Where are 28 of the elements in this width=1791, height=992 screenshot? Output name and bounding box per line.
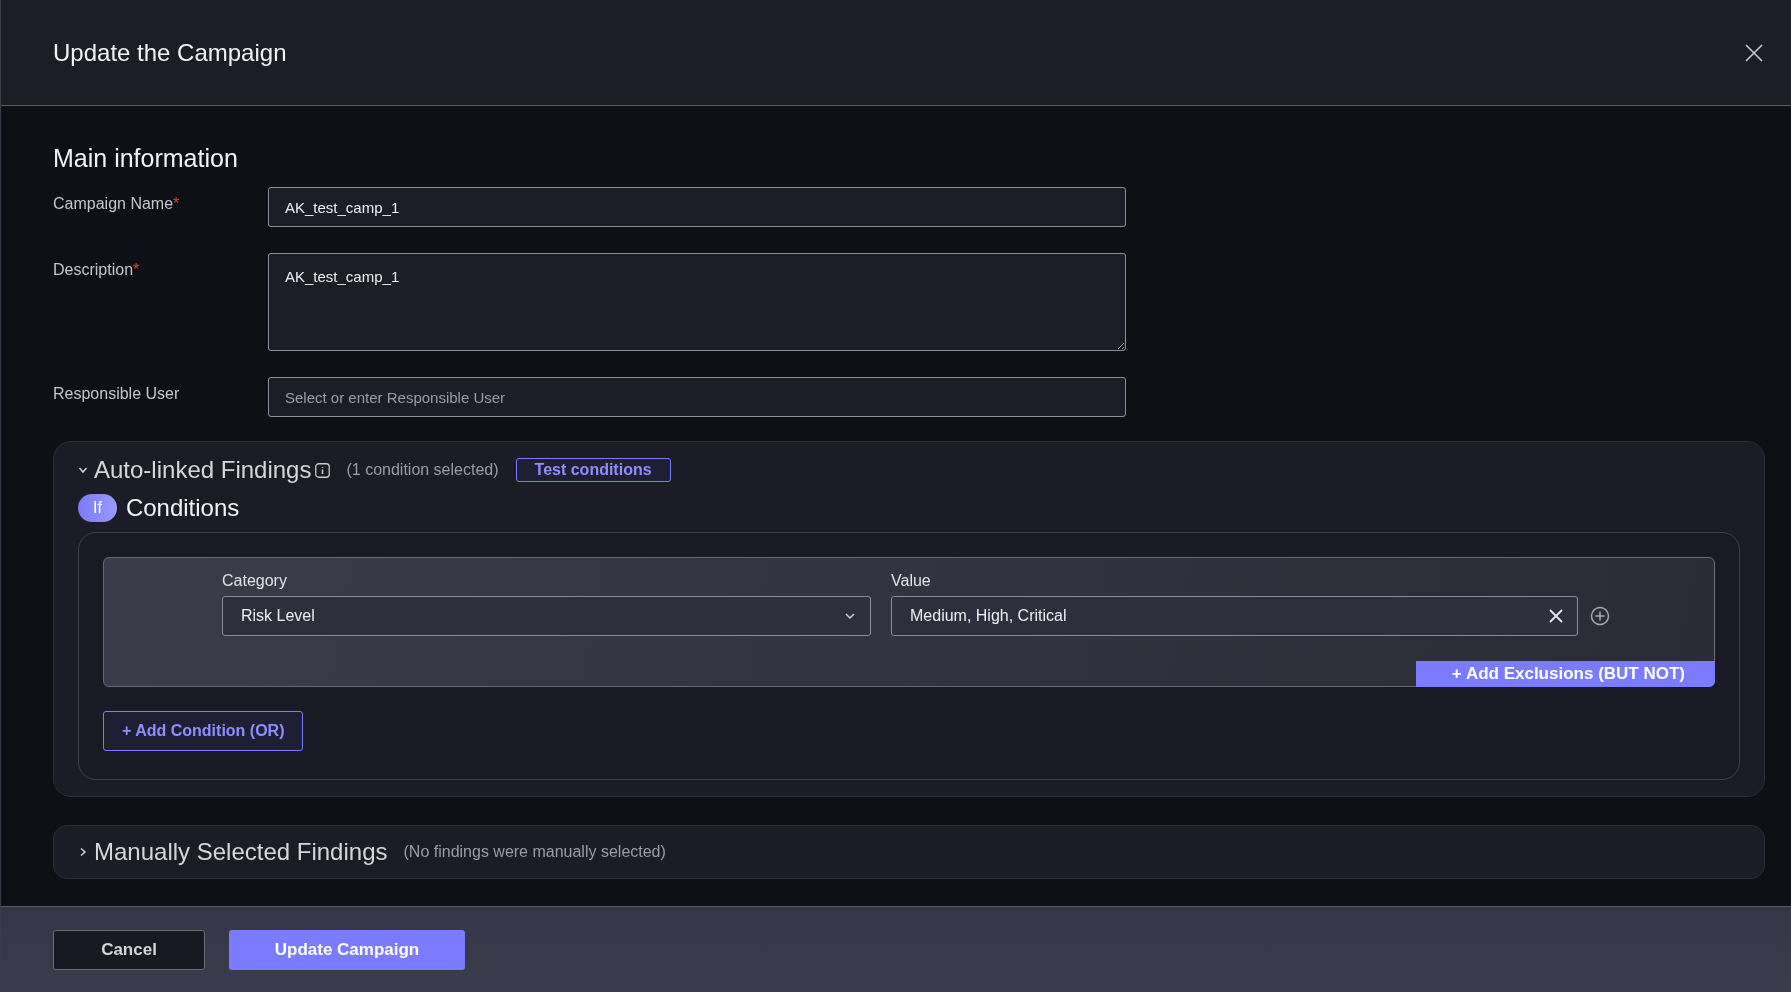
- panel-title[interactable]: Auto-linked Findings: [94, 456, 312, 484]
- chevron-down-icon: [844, 612, 856, 620]
- conditions-heading: Conditions: [125, 494, 240, 522]
- panel-summary: (1 condition selected): [346, 461, 499, 479]
- value-label: Value: [891, 572, 932, 590]
- info-icon[interactable]: [315, 462, 331, 478]
- plus-circle-icon[interactable]: [1590, 606, 1610, 626]
- category-select[interactable]: Risk Level: [222, 596, 871, 636]
- close-icon[interactable]: [1549, 609, 1563, 623]
- category-label: Category: [222, 572, 288, 590]
- section-heading: Main information: [53, 144, 239, 173]
- input-field[interactable]: Select or enter Responsible User: [268, 377, 1126, 417]
- field-label: Campaign Name*: [53, 194, 181, 213]
- panel-title[interactable]: Manually Selected Findings: [94, 838, 388, 866]
- close-icon[interactable]: [1745, 43, 1763, 62]
- panel-summary: (No findings were manually selected): [403, 843, 666, 861]
- chevron-icon[interactable]: [78, 847, 88, 857]
- cancel-button[interactable]: Cancel: [53, 929, 205, 970]
- field-label: Description*: [53, 260, 141, 279]
- field-label: Responsible User: [53, 384, 181, 403]
- test-conditions-button[interactable]: Test conditions: [515, 458, 671, 482]
- if-badge: If: [78, 494, 117, 522]
- chevron-icon[interactable]: [78, 465, 88, 475]
- input-field[interactable]: AK_test_camp_1: [268, 187, 1126, 227]
- add-condition-button[interactable]: + Add Condition (OR): [103, 711, 304, 751]
- description-field[interactable]: AK_test_camp_1: [268, 253, 1126, 351]
- value-select[interactable]: Medium, High, Critical: [891, 596, 1578, 636]
- dialog-title: Update the Campaign: [53, 38, 287, 67]
